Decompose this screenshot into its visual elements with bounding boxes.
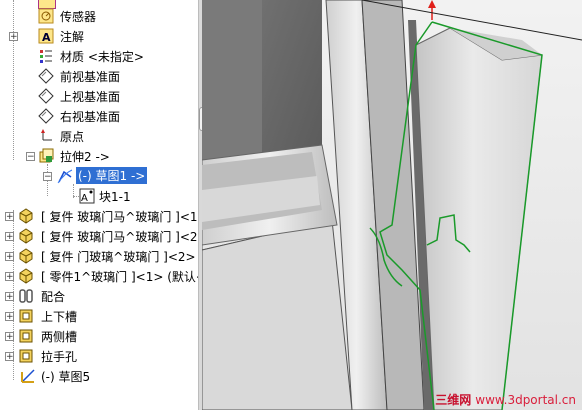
expand-toggle-icon[interactable]: + [5,272,14,282]
tree-item-label: 右视基准面 [60,110,121,124]
feature-manager-tree: 传感器 + A 注解 材质 <未指定> 前视基准面 上视基准面 右视基准面 原点… [0,0,198,410]
watermark-brand: 三维网 [435,393,472,407]
expand-toggle-icon[interactable]: + [5,232,14,242]
tree-connector [13,0,14,160]
expand-toggle-icon[interactable]: + [5,252,14,262]
sketch-icon [57,168,73,184]
svg-text:A: A [42,31,51,44]
expand-toggle-icon[interactable]: + [5,312,14,322]
tree-item-label: 传感器 [60,10,97,24]
mate-icon [18,288,34,304]
tree-item-label: 原点 [60,130,85,144]
tree-item-label: 配合 [41,290,66,304]
expand-toggle-icon[interactable]: + [5,292,14,302]
extrude-icon [38,148,54,164]
tree-item-label: (-) 草图1 -> [76,167,148,184]
collapse-toggle-icon[interactable]: − [26,152,35,162]
part-icon [18,228,34,244]
watermark-url: www.3dportal.cn [475,393,576,407]
tree-item-label: 注解 [60,30,85,44]
origin-icon [38,128,54,144]
tree-item-label: [ 零件1^玻璃门 ]<1> (默认< [41,270,198,284]
graphics-viewport[interactable]: 三维网 www.3dportal.cn [202,0,582,410]
tree-item-label: 拉伸2 -> [60,150,110,164]
tree-item-label: 上视基准面 [60,90,121,104]
expand-toggle-icon[interactable]: + [9,32,18,42]
expand-toggle-icon[interactable]: + [5,352,14,362]
sketch-icon [20,368,36,384]
sensor-icon [38,8,54,24]
expand-toggle-icon[interactable]: + [5,332,14,342]
plane-icon [38,88,54,104]
watermark: 三维网 www.3dportal.cn [435,391,576,408]
tree-item-label: [ 复件 玻璃门马^玻璃门 ]<1 [41,210,198,224]
model-render [202,0,582,410]
annotation-icon: A [38,28,54,44]
feature-icon [18,308,34,324]
collapse-toggle-icon[interactable]: − [43,172,52,182]
tree-item-label: 前视基准面 [60,70,121,84]
tree-item-label: [ 复件 玻璃门马^玻璃门 ]<2 [41,230,198,244]
tree-item-label: 两侧槽 [41,330,78,344]
feature-icon [18,328,34,344]
part-icon [18,208,34,224]
tree-item-label: 上下槽 [41,310,78,324]
tree-item-label: [ 复件 门玻璃^玻璃门 ]<2> [41,250,196,264]
expand-toggle-icon[interactable]: + [5,212,14,222]
tree-item-label: 拉手孔 [41,350,78,364]
plane-icon [38,68,54,84]
tree-item-label: 材质 <未指定> [60,50,144,64]
material-icon [38,48,54,64]
part-icon [18,268,34,284]
block-icon: A [79,188,95,204]
plane-icon [38,108,54,124]
svg-text:A: A [81,193,88,204]
part-icon [18,248,34,264]
tree-item-label: 块1-1 [99,190,131,204]
tree-item-label: (-) 草图5 [41,370,91,384]
feature-icon [18,348,34,364]
